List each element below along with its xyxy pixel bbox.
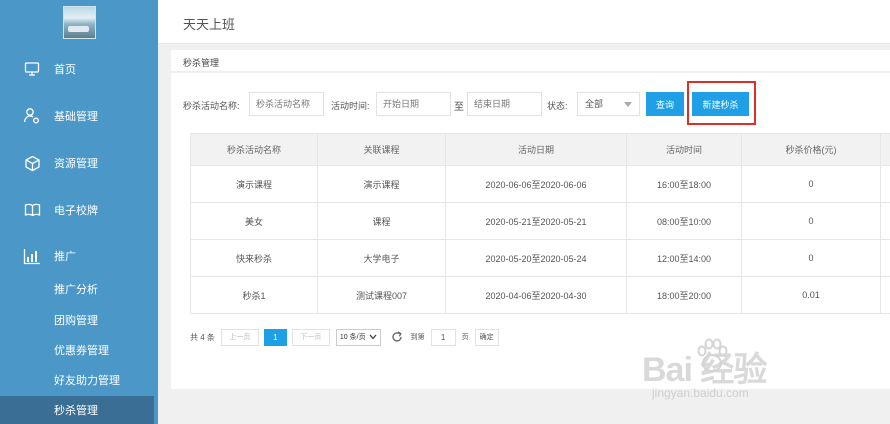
table-row[interactable]: 美女 课程 2020-05-21至2020-05-21 08:00至10:00 … (190, 202, 890, 240)
next-page-button[interactable]: 下一页 (291, 328, 330, 346)
sidebar-subitem-group-buy[interactable]: 团购管理 (0, 306, 154, 334)
table-cell: 2020-05-21至2020-05-21 (445, 202, 627, 240)
table-cell: 2020-04-06至2020-04-30 (445, 276, 627, 314)
sidebar-item-home[interactable]: 首页 (0, 51, 158, 87)
status-select[interactable]: 全部 (577, 92, 640, 116)
app-title: 天天上班 (183, 17, 236, 32)
cube-icon (22, 153, 42, 173)
sidebar-item-label: 推广 (54, 251, 76, 263)
table-header-row: 秒杀活动名称 关联课程 活动日期 活动时间 秒杀价格(元) (190, 133, 890, 166)
time-filter-label: 活动时间: (331, 101, 370, 111)
table-cell-extra (880, 276, 890, 314)
sidebar-subitem-flash-sale[interactable]: 秒杀管理 (0, 396, 154, 424)
table-cell: 美女 (190, 202, 318, 240)
breadcrumb: 秒杀管理 (171, 50, 890, 72)
current-page-button[interactable]: 1 (263, 328, 287, 346)
goto-label: 到第 (410, 334, 425, 341)
flash-sale-table: 秒杀活动名称 关联课程 活动日期 活动时间 秒杀价格(元) 演示课程 演示课程 … (190, 133, 890, 314)
column-header-extra (880, 133, 890, 166)
user-gear-icon (22, 106, 42, 126)
table-cell: 0 (741, 202, 881, 240)
sidebar-item-label: 电子校牌 (54, 205, 98, 217)
pagination: 共 4 条 上一页 1 下一页 10 条/页 到第 1 页 确定 (190, 327, 499, 347)
table-cell: 0.01 (741, 276, 881, 314)
table-cell: 演示课程 (190, 165, 318, 203)
column-header: 活动时间 (626, 133, 742, 166)
prev-page-button[interactable]: 上一页 (220, 328, 259, 346)
name-filter-label: 秒杀活动名称: (183, 101, 240, 111)
sidebar-item-label: 资源管理 (54, 158, 98, 170)
table-cell: 16:00至18:00 (626, 165, 742, 203)
sidebar-subitem-label: 好友助力管理 (54, 375, 120, 387)
table-row[interactable]: 快来秒杀 大学电子 2020-05-20至2020-05-24 12:00至14… (190, 239, 890, 277)
sidebar-subitem-friend-assist[interactable]: 好友助力管理 (0, 366, 154, 394)
logo-image[interactable] (62, 6, 96, 39)
sidebar-item-label: 基础管理 (54, 111, 98, 123)
column-header: 秒杀活动名称 (190, 133, 318, 166)
sidebar-item-basic[interactable]: 基础管理 (0, 98, 158, 134)
confirm-page-button[interactable]: 确定 (474, 328, 499, 346)
pager-total: 共 4 条 (190, 332, 215, 342)
name-filter-input[interactable] (249, 92, 324, 116)
column-header: 关联课程 (317, 133, 446, 166)
end-date-input[interactable] (467, 92, 542, 116)
sidebar-subitem-label: 秒杀管理 (54, 405, 98, 417)
sidebar-subitem-promo-analysis[interactable]: 推广分析 (0, 275, 154, 303)
sidebar-item-badge[interactable]: 电子校牌 (0, 192, 158, 228)
date-range-separator: 至 (454, 102, 464, 113)
table-cell: 12:00至14:00 (626, 239, 742, 277)
page-size-value: 10 条/页 (339, 334, 366, 341)
top-header: 天天上班 (158, 0, 890, 44)
table-cell: 18:00至20:00 (626, 276, 742, 314)
sidebar-item-resource[interactable]: 资源管理 (0, 145, 158, 181)
table-cell: 2020-06-06至2020-06-06 (445, 165, 627, 203)
table-cell-extra (880, 165, 890, 203)
page-size-select[interactable]: 10 条/页 (335, 328, 381, 346)
sidebar-subitem-coupons[interactable]: 优惠券管理 (0, 336, 154, 364)
watermark: Bai 经验 jingyan.baidu.com (642, 330, 842, 420)
chevron-down-icon (369, 334, 377, 340)
table-cell: 2020-05-20至2020-05-24 (445, 239, 627, 277)
table-cell-extra (880, 239, 890, 277)
page-unit-label: 页 (461, 334, 469, 341)
sidebar-item-promotion[interactable]: 推广 (0, 238, 158, 274)
sidebar-subitem-label: 优惠券管理 (54, 345, 109, 357)
table-cell-extra (880, 202, 890, 240)
table-cell: 08:00至10:00 (626, 202, 742, 240)
breadcrumb-current: 秒杀管理 (183, 58, 220, 68)
page-number-input[interactable]: 1 (430, 328, 456, 346)
table-cell: 0 (741, 165, 881, 203)
column-header: 活动日期 (445, 133, 627, 166)
table-cell: 0 (741, 239, 881, 277)
watermark-url: jingyan.baidu.com (652, 386, 749, 400)
book-icon (22, 200, 42, 220)
main-content: 天天上班 秒杀管理 秒杀活动名称: 活动时间: 至 状态: 全部 查询 新建秒杀… (158, 0, 890, 424)
sidebar-item-label: 首页 (54, 64, 76, 76)
paw-icon (697, 338, 728, 372)
monitor-icon (22, 59, 42, 79)
chevron-down-icon (624, 102, 632, 107)
column-header: 秒杀价格(元) (741, 133, 881, 166)
start-date-input[interactable] (376, 92, 451, 116)
status-filter-label: 状态: (547, 101, 568, 111)
table-row[interactable]: 秒杀1 测试课程007 2020-04-06至2020-04-30 18:00至… (190, 276, 890, 314)
bar-chart-icon (22, 246, 42, 266)
sidebar-subitem-label: 推广分析 (54, 284, 98, 296)
highlight-box (687, 81, 756, 125)
refresh-icon[interactable] (391, 331, 403, 343)
table-cell: 演示课程 (317, 165, 446, 203)
table-cell: 秒杀1 (190, 276, 318, 314)
table-cell: 快来秒杀 (190, 239, 318, 277)
status-select-value: 全部 (585, 99, 604, 109)
sidebar: 首页 基础管理 资源管理 电子校牌 推广 推广分析 团购管理 优惠券管理 好友助… (0, 0, 158, 424)
table-row[interactable]: 演示课程 演示课程 2020-06-06至2020-06-06 16:00至18… (190, 165, 890, 203)
table-cell: 测试课程007 (317, 276, 446, 314)
table-cell: 大学电子 (317, 239, 446, 277)
table-cell: 课程 (317, 202, 446, 240)
sidebar-subitem-label: 团购管理 (54, 315, 98, 327)
query-button[interactable]: 查询 (646, 92, 684, 116)
logo-area (0, 0, 158, 45)
